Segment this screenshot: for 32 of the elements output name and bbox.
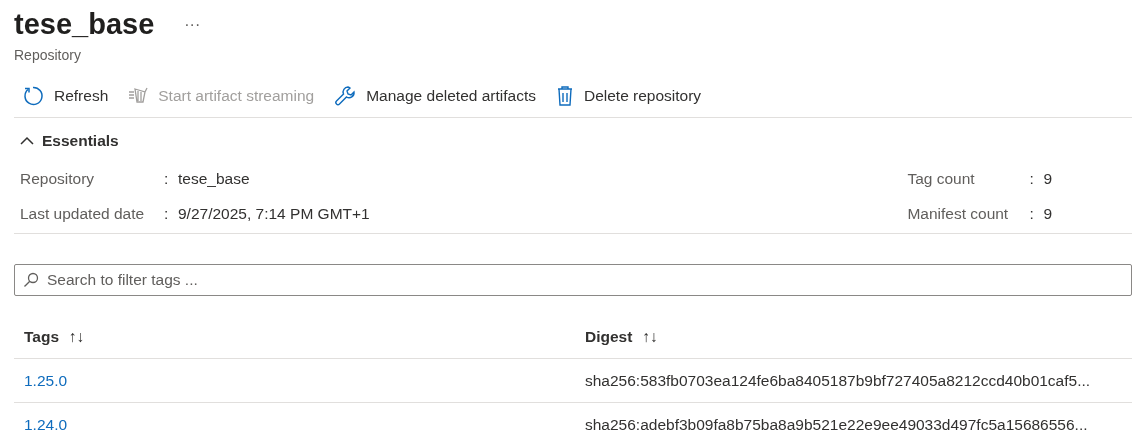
- more-button[interactable]: ···: [184, 15, 201, 34]
- property-value: 9/27/2025, 7:14 PM GMT+1: [178, 205, 370, 223]
- trash-icon: [555, 85, 574, 107]
- column-header[interactable]: Digest ↑↓: [585, 328, 1132, 346]
- property-label: Tag count: [907, 170, 976, 188]
- wrench-icon: [334, 85, 357, 107]
- page-subtitle: Repository: [14, 47, 82, 63]
- digest-cell-text: sha256:adebf3b09fa8b75ba8a9b521e22e9ee49033d497fc5a15686556...: [585, 416, 1089, 434]
- toolbar-button[interactable]: Refresh: [22, 85, 109, 107]
- property-label: Manifest count: [907, 205, 1010, 223]
- refresh-icon: [22, 85, 44, 107]
- column-header[interactable]: Tags ↑↓: [24, 328, 585, 346]
- property-label: Last updated date: [20, 205, 146, 223]
- property-value: 9: [1043, 170, 1052, 188]
- property-label: Repository: [20, 170, 96, 188]
- property-value: tese_base: [178, 170, 251, 188]
- streaming-icon: [128, 86, 149, 106]
- chevron-icon: [20, 136, 34, 146]
- separator: :: [1029, 170, 1035, 188]
- search-icon: [23, 272, 39, 288]
- page-title: tese_base: [14, 8, 155, 41]
- tag-link[interactable]: 1.24.0: [24, 416, 68, 433]
- digest-cell-text: sha256:583fb0703ea124fe6ba8405187b9bf727405a8212ccd40b01caf5...: [585, 372, 1092, 390]
- separator: :: [164, 205, 170, 223]
- toolbar-button[interactable]: Manage deleted artifacts: [334, 85, 536, 107]
- search-box[interactable]: Search to filter tags ...: [14, 264, 1132, 296]
- separator: :: [1029, 205, 1035, 223]
- tag-link[interactable]: 1.25.0: [24, 372, 68, 389]
- essentials-toggle[interactable]: Essentials: [20, 132, 119, 150]
- property-value: 9: [1043, 205, 1052, 223]
- separator: :: [164, 170, 170, 188]
- toolbar-button[interactable]: Delete repository: [555, 85, 702, 107]
